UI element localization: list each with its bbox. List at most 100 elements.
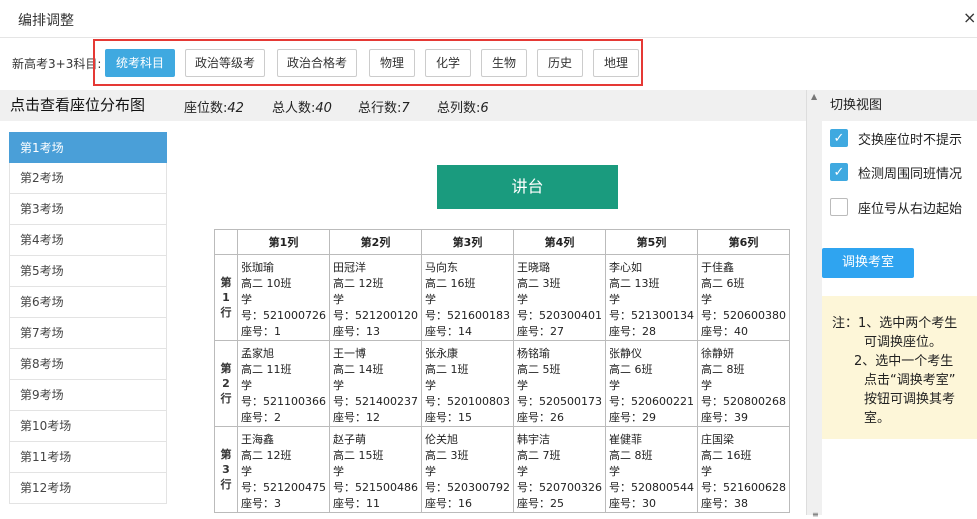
subject-tab-physics[interactable]: 物理 bbox=[369, 49, 415, 77]
stat-value: 42 bbox=[227, 101, 244, 116]
seat-cell[interactable]: 田冠洋 高二 12班学号：521200120 座号：13 bbox=[329, 254, 422, 341]
student-id: 号：521400237 bbox=[333, 395, 418, 408]
student-name: 王晓璐 bbox=[517, 261, 550, 274]
student-name: 王海鑫 bbox=[241, 433, 274, 446]
row-header-text: 第 bbox=[220, 362, 232, 375]
seat-cell[interactable]: 李心如 高二 13班学号：521300134 座号：28 bbox=[605, 254, 698, 341]
student-class: 高二 6班 bbox=[609, 363, 653, 376]
sidebar-item-room-4[interactable]: 第4考场 bbox=[9, 225, 167, 256]
subject-tab-tongkao[interactable]: 统考科目 bbox=[105, 49, 175, 77]
seat-cell[interactable]: 徐静妍 高二 8班学号：520800268 座号：39 bbox=[697, 340, 790, 427]
note-line: 室。 bbox=[864, 411, 891, 426]
seat-number: 座号：39 bbox=[701, 411, 748, 424]
seat-number: 座号：27 bbox=[517, 325, 564, 338]
sidebar-item-room-5[interactable]: 第5考场 bbox=[9, 256, 167, 287]
student-id: 号：521100366 bbox=[241, 395, 326, 408]
student-id-label: 学 bbox=[517, 293, 528, 306]
stat-value: 7 bbox=[401, 101, 410, 116]
sidebar-item-room-8[interactable]: 第8考场 bbox=[9, 349, 167, 380]
student-class: 高二 3班 bbox=[517, 277, 561, 290]
seat-cell[interactable]: 张永康 高二 1班学号：520100803 座号：15 bbox=[421, 340, 514, 427]
student-id: 号：521500486 bbox=[333, 481, 418, 494]
student-id-label: 学 bbox=[609, 379, 620, 392]
scroll-up-arrow-icon[interactable]: ▲ bbox=[811, 92, 817, 101]
seat-number: 座号：1 bbox=[241, 325, 281, 338]
seat-cell[interactable]: 孟家旭 高二 11班学号：521100366 座号：2 bbox=[237, 340, 330, 427]
student-class: 高二 12班 bbox=[333, 277, 384, 290]
student-name: 赵子萌 bbox=[333, 433, 366, 446]
seat-cell[interactable]: 杨铭瑜 高二 5班学号：520500173 座号：26 bbox=[513, 340, 606, 427]
close-icon[interactable]: × bbox=[963, 8, 977, 24]
seat-cell[interactable]: 张珈瑜 高二 10班学号：521000726 座号：1 bbox=[237, 254, 330, 341]
row-header: 第 3 行 bbox=[214, 426, 238, 513]
student-class: 高二 16班 bbox=[425, 277, 476, 290]
seat-cell[interactable]: 王海鑫 高二 12班学号：521200475 座号：3 bbox=[237, 426, 330, 513]
stat-value: 40 bbox=[315, 101, 332, 116]
student-id: 号：520300401 bbox=[517, 309, 602, 322]
checkbox-checked-icon[interactable]: ✓ bbox=[830, 163, 848, 181]
row-header-text: 第 bbox=[220, 276, 232, 289]
seat-number: 座号：15 bbox=[425, 411, 472, 424]
switch-room-button[interactable]: 调换考室 bbox=[822, 248, 914, 278]
student-id-label: 学 bbox=[517, 465, 528, 478]
seat-cell[interactable]: 马向东 高二 16班学号：521600183 座号：14 bbox=[421, 254, 514, 341]
exam-room-list: 第1考场 第2考场 第3考场 第4考场 第5考场 第6考场 第7考场 第8考场 … bbox=[9, 132, 167, 515]
student-id-label: 学 bbox=[425, 379, 436, 392]
option-label: 交换座位时不提示 bbox=[858, 133, 963, 148]
student-id-label: 学 bbox=[425, 293, 436, 306]
panel-title: 切换视图 bbox=[822, 90, 977, 121]
sidebar-item-room-9[interactable]: 第9考场 bbox=[9, 380, 167, 411]
seat-cell[interactable]: 张静仪 高二 6班学号：520600221 座号：29 bbox=[605, 340, 698, 427]
seat-number: 座号：29 bbox=[609, 411, 656, 424]
seat-row: 第 3 行 王海鑫 高二 12班学号：521200475 座号：3 赵子萌 高二 15班学… bbox=[214, 426, 790, 513]
seat-number: 座号：38 bbox=[701, 497, 748, 510]
row-header-text: 2 bbox=[222, 377, 230, 390]
seat-cell[interactable]: 王一博 高二 14班学号：521400237 座号：12 bbox=[329, 340, 422, 427]
student-name: 杨铭瑜 bbox=[517, 347, 550, 360]
row-header-text: 3 bbox=[222, 463, 230, 476]
stat-seat-count: 座位数:42 bbox=[184, 97, 244, 116]
student-id: 号：520600380 bbox=[701, 309, 786, 322]
seat-cell[interactable]: 伦关旭 高二 3班学号：520300792 座号：16 bbox=[421, 426, 514, 513]
student-class: 高二 8班 bbox=[701, 363, 745, 376]
subject-tab-geography[interactable]: 地理 bbox=[593, 49, 639, 77]
subject-tab-politics-pass[interactable]: 政治合格考 bbox=[277, 49, 357, 77]
seatmap-title[interactable]: 点击查看座位分布图 bbox=[10, 94, 145, 115]
checkbox-checked-icon[interactable]: ✓ bbox=[830, 129, 848, 147]
sidebar-item-room-6[interactable]: 第6考场 bbox=[9, 287, 167, 318]
checkbox-unchecked-icon[interactable] bbox=[830, 198, 848, 216]
row-header-text: 1 bbox=[222, 291, 230, 304]
seat-table-header: 第1列 第2列 第3列 第4列 第5列 第6列 bbox=[214, 229, 790, 255]
stat-total-cols: 总列数:6 bbox=[437, 97, 489, 116]
student-class: 高二 7班 bbox=[517, 449, 561, 462]
seat-cell[interactable]: 王晓璐高二 3班学号：520300401 座号：27 bbox=[513, 254, 606, 341]
student-name: 徐静妍 bbox=[701, 347, 734, 360]
seat-number: 座号：11 bbox=[333, 497, 380, 510]
seat-cell[interactable]: 庄国梁 高二 16班学号：521600628 座号：38 bbox=[697, 426, 790, 513]
student-class: 高二 8班 bbox=[609, 449, 653, 462]
sidebar-item-room-1[interactable]: 第1考场 bbox=[9, 132, 167, 163]
seat-cell[interactable]: 赵子萌 高二 15班学号：521500486 座号：11 bbox=[329, 426, 422, 513]
subject-tab-biology[interactable]: 生物 bbox=[481, 49, 527, 77]
column-header: 第3列 bbox=[421, 229, 514, 255]
sidebar-item-room-7[interactable]: 第7考场 bbox=[9, 318, 167, 349]
column-header: 第1列 bbox=[237, 229, 330, 255]
student-id: 号：520600221 bbox=[609, 395, 694, 408]
seat-cell[interactable]: 崔健菲 高二 8班学号：520800544 座号：30 bbox=[605, 426, 698, 513]
row-header-text: 行 bbox=[220, 306, 232, 319]
seat-cell[interactable]: 于佳鑫 高二 6班学号：520600380 座号：40 bbox=[697, 254, 790, 341]
row-header-text: 第 bbox=[220, 448, 232, 461]
vertical-scrollbar[interactable]: ▲ ≡ bbox=[806, 90, 822, 519]
student-name: 马向东 bbox=[425, 261, 458, 274]
sidebar-item-room-10[interactable]: 第10考场 bbox=[9, 411, 167, 442]
sidebar-item-room-2[interactable]: 第2考场 bbox=[9, 163, 167, 194]
student-class: 高二 13班 bbox=[609, 277, 660, 290]
subject-tab-history[interactable]: 历史 bbox=[537, 49, 583, 77]
sidebar-item-room-12[interactable]: 第12考场 bbox=[9, 473, 167, 504]
student-id-label: 学 bbox=[333, 465, 344, 478]
subject-tab-chemistry[interactable]: 化学 bbox=[425, 49, 471, 77]
subject-tab-politics-level[interactable]: 政治等级考 bbox=[185, 49, 265, 77]
sidebar-item-room-3[interactable]: 第3考场 bbox=[9, 194, 167, 225]
seat-cell[interactable]: 韩宇洁 高二 7班学号：520700326 座号：25 bbox=[513, 426, 606, 513]
sidebar-item-room-11[interactable]: 第11考场 bbox=[9, 442, 167, 473]
